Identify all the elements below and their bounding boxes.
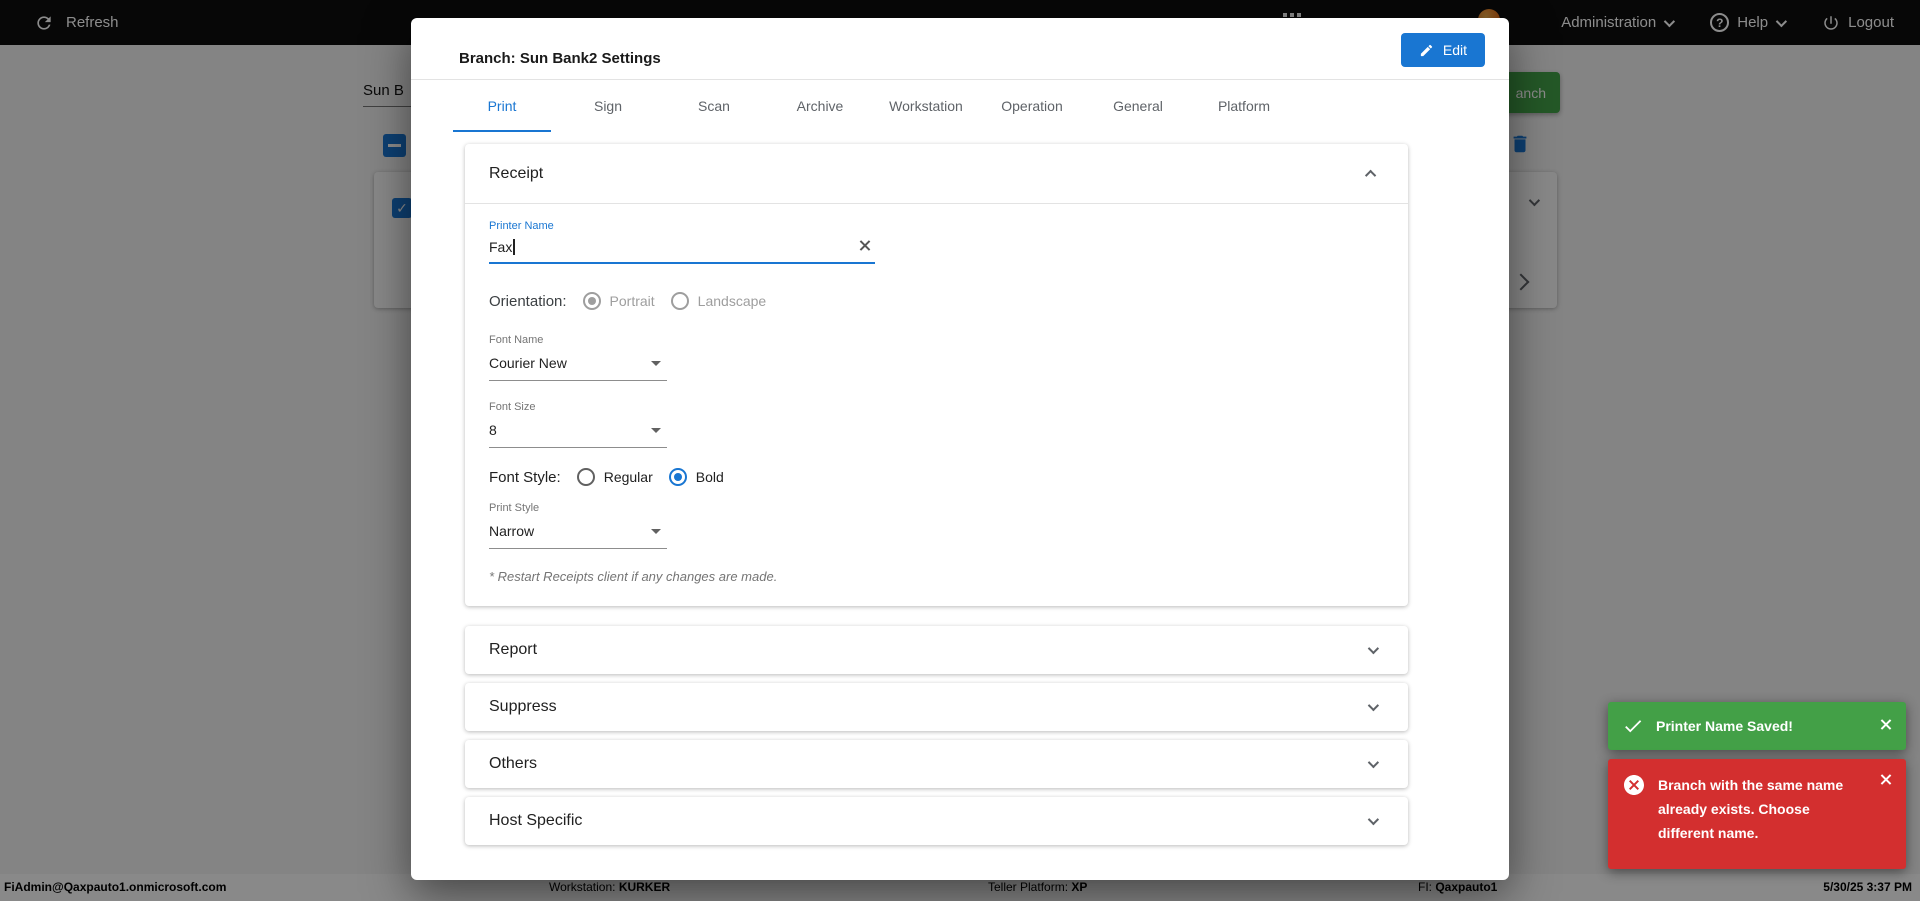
receipt-section-content: Printer Name Fax Orientation: Portrait L…: [465, 204, 1408, 606]
portrait-label: Portrait: [609, 293, 655, 309]
landscape-label: Landscape: [697, 293, 767, 309]
radio-selected-icon: [582, 292, 601, 310]
font-name-label: Font Name: [489, 334, 544, 346]
font-style-row: Font Style: Regular Bold: [489, 468, 1384, 486]
tab-scan[interactable]: Scan: [661, 80, 767, 132]
suppress-section: Suppress: [465, 683, 1408, 731]
chevron-down-icon: [1367, 756, 1380, 769]
suppress-section-header[interactable]: Suppress: [465, 683, 1408, 731]
radio-unselected-icon: [576, 468, 595, 486]
printer-name-input[interactable]: Fax: [489, 236, 875, 264]
restart-note: * Restart Receipts client if any changes…: [489, 569, 778, 584]
print-settings-accordion: Receipt Printer Name Fax Orientation: Po…: [465, 144, 1408, 845]
report-section-header[interactable]: Report: [465, 626, 1408, 674]
dropdown-arrow-icon: [651, 427, 661, 433]
tab-workstation[interactable]: Workstation: [873, 80, 979, 132]
regular-label: Regular: [603, 469, 653, 485]
others-section-header[interactable]: Others: [465, 740, 1408, 788]
tab-general[interactable]: General: [1085, 80, 1191, 132]
settings-tabs: Print Sign Scan Archive Workstation Oper…: [449, 80, 1509, 132]
receipt-section-title: Receipt: [489, 164, 544, 182]
dropdown-arrow-icon: [651, 360, 661, 366]
edit-button[interactable]: Edit: [1400, 33, 1485, 67]
close-icon: [858, 239, 871, 252]
chevron-down-icon: [1367, 642, 1380, 655]
font-size-value: 8: [489, 422, 497, 438]
close-icon: [1879, 773, 1892, 786]
branch-settings-dialog: Branch: Sun Bank2 Settings Edit Print Si…: [411, 18, 1509, 880]
success-toast-message: Printer Name Saved!: [1656, 718, 1793, 734]
radio-regular[interactable]: Regular: [576, 468, 653, 486]
font-size-select[interactable]: 8: [489, 417, 667, 448]
radio-landscape[interactable]: Landscape: [670, 292, 767, 310]
error-toast-close-button[interactable]: [1879, 773, 1892, 789]
receipt-section-header[interactable]: Receipt: [465, 144, 1408, 203]
error-circle-icon: [1624, 775, 1644, 795]
report-section-title: Report: [489, 641, 538, 658]
tab-sign[interactable]: Sign: [555, 80, 661, 132]
text-caret: [513, 239, 515, 255]
font-name-group: Font Name Courier New: [489, 334, 1384, 381]
check-icon: [1625, 720, 1642, 733]
tab-operation[interactable]: Operation: [979, 80, 1085, 132]
chevron-down-icon: [1367, 699, 1380, 712]
host-specific-section-title: Host Specific: [489, 812, 583, 829]
print-style-group: Print Style Narrow: [489, 502, 1384, 549]
chevron-down-icon: [1367, 813, 1380, 826]
tab-print[interactable]: Print: [449, 80, 555, 132]
print-style-select[interactable]: Narrow: [489, 518, 667, 549]
others-section-title: Others: [489, 755, 538, 772]
success-toast-close-button[interactable]: [1879, 718, 1892, 734]
font-size-label: Font Size: [489, 401, 536, 413]
radio-selected-icon: [668, 468, 687, 486]
chevron-up-icon: [1364, 169, 1377, 181]
font-name-select[interactable]: Courier New: [489, 350, 667, 381]
error-toast: Branch with the same name already exists…: [1608, 759, 1906, 869]
orientation-row: Orientation: Portrait Landscape: [489, 292, 1384, 310]
font-size-group: Font Size 8: [489, 401, 1384, 448]
suppress-section-title: Suppress: [489, 698, 557, 715]
orientation-label: Orientation:: [489, 292, 567, 310]
clear-printer-name-button[interactable]: [858, 239, 871, 255]
host-specific-section: Host Specific: [465, 797, 1408, 845]
host-specific-section-header[interactable]: Host Specific: [465, 797, 1408, 845]
radio-unselected-icon: [670, 292, 689, 310]
radio-bold[interactable]: Bold: [668, 468, 724, 486]
edit-button-label: Edit: [1442, 42, 1467, 58]
radio-portrait[interactable]: Portrait: [582, 292, 655, 310]
font-style-label: Font Style:: [489, 468, 561, 486]
dropdown-arrow-icon: [651, 528, 661, 534]
others-section: Others: [465, 740, 1408, 788]
pencil-icon: [1420, 44, 1433, 56]
receipt-section: Receipt Printer Name Fax Orientation: Po…: [465, 144, 1408, 606]
tab-platform[interactable]: Platform: [1191, 80, 1297, 132]
screen: Refresh Administration Help Logout: [0, 0, 1920, 901]
dialog-title: Branch: Sun Bank2 Settings: [459, 50, 661, 67]
report-section: Report: [465, 626, 1408, 674]
dialog-header: Branch: Sun Bank2 Settings Edit: [411, 18, 1509, 79]
printer-name-value: Fax: [489, 239, 513, 255]
print-style-value: Narrow: [489, 523, 535, 539]
bold-label: Bold: [695, 469, 724, 485]
error-toast-message: Branch with the same name already exists…: [1658, 777, 1844, 841]
font-name-value: Courier New: [489, 355, 567, 371]
tab-archive[interactable]: Archive: [767, 80, 873, 132]
printer-name-label: Printer Name: [489, 220, 554, 232]
close-icon: [1879, 718, 1892, 731]
success-toast: Printer Name Saved!: [1608, 702, 1906, 750]
print-style-label: Print Style: [489, 502, 540, 514]
